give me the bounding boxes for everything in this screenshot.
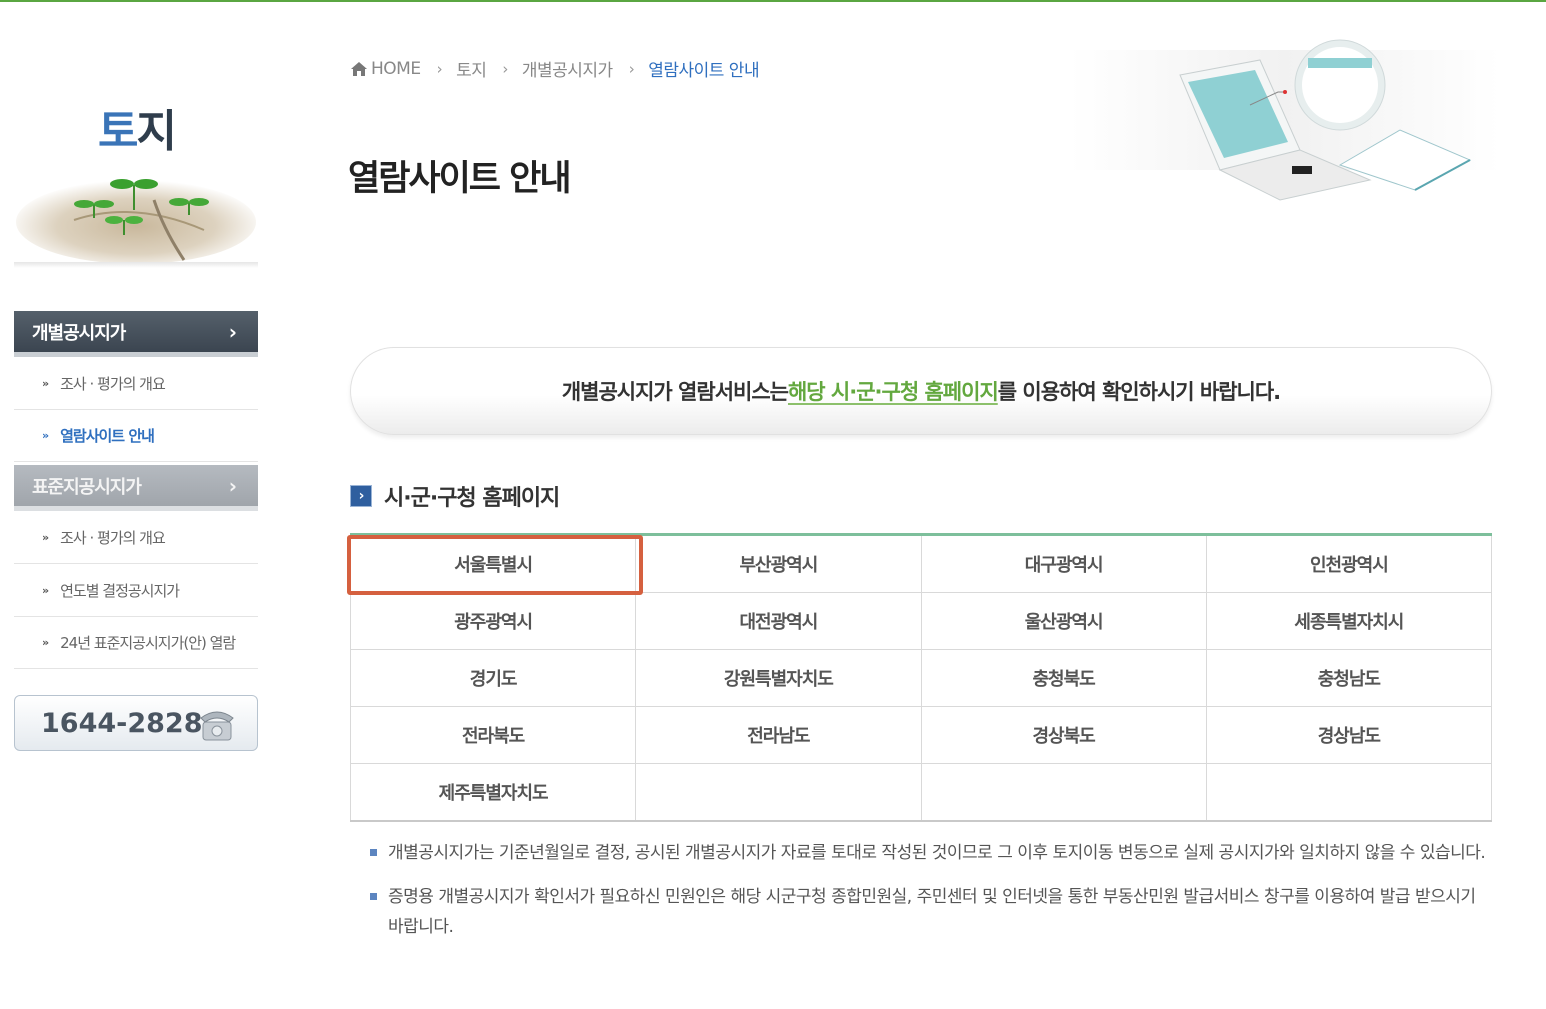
page-title: 열람사이트 안내 xyxy=(348,159,572,199)
notes-list: 개별공시지가는 기준년월일로 결정, 공시된 개별공시지가 자료를 토대로 작성… xyxy=(370,838,1492,956)
bullet-icon: » xyxy=(42,636,49,649)
table-row: 광주광역시 대전광역시 울산광역시 세종특별자치시 xyxy=(349,592,1493,650)
sidebar-item-viewing-sites[interactable]: » 열람사이트 안내 xyxy=(14,410,258,462)
sidebar-item-2024-draft[interactable]: » 24년 표준지공시지가(안) 열람 xyxy=(14,617,258,669)
breadcrumb: HOME › 토지 › 개별공시지가 › 열람사이트 안내 xyxy=(350,56,760,81)
top-border xyxy=(0,0,1546,2)
breadcrumb-separator: › xyxy=(436,59,443,78)
region-link-jeonnam[interactable]: 전라남도 xyxy=(635,706,922,764)
table-row: 전라북도 전라남도 경상북도 경상남도 xyxy=(349,706,1493,764)
region-link-daegu[interactable]: 대구광역시 xyxy=(921,534,1207,593)
empty-cell xyxy=(921,763,1207,822)
notice-text: 개별공시지가 열람서비스는 xyxy=(561,380,789,404)
telephone-icon xyxy=(200,711,234,741)
sidebar-item-label: 조사 · 평가의 개요 xyxy=(60,529,166,547)
breadcrumb-current: 열람사이트 안내 xyxy=(648,61,760,81)
bullet-icon: » xyxy=(42,584,49,597)
sidebar-item-standard-survey-overview[interactable]: » 조사 · 평가의 개요 xyxy=(14,512,258,564)
region-link-gwangju[interactable]: 광주광역시 xyxy=(349,592,637,650)
sidebar-item-survey-overview[interactable]: » 조사 · 평가의 개요 xyxy=(14,358,258,410)
phone-number: 1644-2828 xyxy=(41,707,203,739)
sidebar-item-label: 24년 표준지공시지가(안) 열람 xyxy=(60,634,236,652)
phone-banner: 1644-2828 xyxy=(14,695,258,751)
region-link-gyeonggi[interactable]: 경기도 xyxy=(349,649,637,707)
breadcrumb-land[interactable]: 토지 xyxy=(456,56,487,81)
region-link-gangwon[interactable]: 강원특별자치도 xyxy=(635,649,922,707)
laptop-illustration xyxy=(1070,39,1500,201)
empty-cell xyxy=(635,763,922,822)
bullet-icon: » xyxy=(42,429,49,442)
bullet-icon: » xyxy=(42,531,49,544)
sprout-illustration xyxy=(16,179,256,264)
divider xyxy=(14,262,258,268)
breadcrumb-separator: › xyxy=(628,59,635,78)
sidebar-menu-label: 표준지공시지가 xyxy=(32,476,142,498)
sidebar-title: 토지 xyxy=(98,106,177,157)
region-link-chungbuk[interactable]: 충청북도 xyxy=(921,649,1207,707)
section-title: › 시·군·구청 홈페이지 xyxy=(350,480,560,512)
note-item: 개별공시지가는 기준년월일로 결정, 공시된 개별공시지가 자료를 토대로 작성… xyxy=(370,838,1492,868)
table-row: 서울특별시 부산광역시 대구광역시 인천광역시 xyxy=(349,534,1493,593)
region-link-seoul[interactable]: 서울특별시 xyxy=(349,534,637,593)
sidebar-item-label: 연도별 결정공시지가 xyxy=(60,582,180,600)
region-link-daejeon[interactable]: 대전광역시 xyxy=(635,592,922,650)
sidebar-menu-standard-land-price[interactable]: 표준지공시지가 › xyxy=(14,465,258,511)
bullet-icon: » xyxy=(42,377,49,390)
sidebar-menu-individual-land-price[interactable]: 개별공시지가 › xyxy=(14,311,258,357)
breadcrumb-separator: › xyxy=(502,59,508,78)
chevron-right-icon: › xyxy=(228,319,237,344)
sidebar-item-label: 열람사이트 안내 xyxy=(60,427,155,445)
table-row: 제주특별자치도 xyxy=(349,763,1493,822)
region-link-gyeongnam[interactable]: 경상남도 xyxy=(1206,706,1493,764)
region-table: 서울특별시 부산광역시 대구광역시 인천광역시 광주광역시 대전광역시 울산광역… xyxy=(349,533,1493,822)
sidebar-item-label: 조사 · 평가의 개요 xyxy=(60,375,166,393)
section-title-text: 시·군·구청 홈페이지 xyxy=(384,486,560,511)
region-link-ulsan[interactable]: 울산광역시 xyxy=(921,592,1207,650)
notice-box: 개별공시지가 열람서비스는 해당 시·군·구청 홈페이지 를 이용하여 확인하시기… xyxy=(350,347,1492,435)
table-row: 경기도 강원특별자치도 충청북도 충청남도 xyxy=(349,649,1493,707)
region-link-sejong[interactable]: 세종특별자치시 xyxy=(1206,592,1493,650)
chevron-right-icon: › xyxy=(228,473,237,498)
region-link-chungnam[interactable]: 충청남도 xyxy=(1206,649,1493,707)
note-item: 증명용 개별공시지가 확인서가 필요하신 민원인은 해당 시군구청 종합민원실,… xyxy=(370,882,1492,942)
arrow-right-icon: › xyxy=(350,485,372,507)
breadcrumb-home[interactable]: HOME xyxy=(371,59,421,79)
sidebar-item-yearly-prices[interactable]: » 연도별 결정공시지가 xyxy=(14,565,258,617)
breadcrumb-individual-price[interactable]: 개별공시지가 xyxy=(522,56,613,81)
region-link-busan[interactable]: 부산광역시 xyxy=(635,534,922,593)
notice-text: 를 이용하여 확인하시기 바랍니다. xyxy=(997,380,1281,404)
empty-cell xyxy=(1206,763,1493,822)
region-link-gyeongbuk[interactable]: 경상북도 xyxy=(921,706,1207,764)
region-link-jeonbuk[interactable]: 전라북도 xyxy=(349,706,637,764)
notice-highlight: 해당 시·군·구청 홈페이지 xyxy=(787,380,999,404)
region-link-jeju[interactable]: 제주특별자치도 xyxy=(349,763,637,822)
sidebar-menu-label: 개별공시지가 xyxy=(32,322,126,344)
region-link-incheon[interactable]: 인천광역시 xyxy=(1206,534,1493,593)
home-icon xyxy=(351,61,367,76)
